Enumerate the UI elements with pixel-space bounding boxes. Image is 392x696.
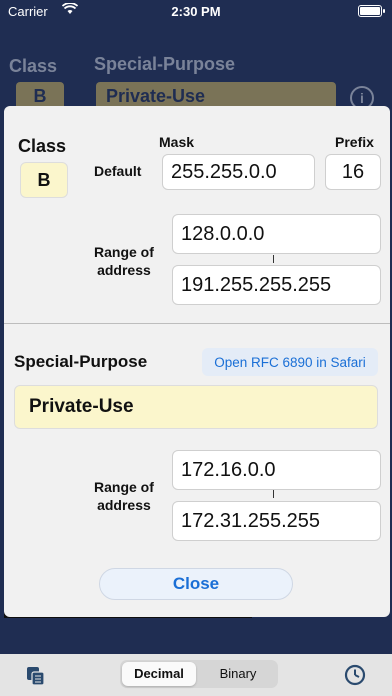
prefix-label: Prefix (335, 134, 374, 150)
class-range-start: 128.0.0.0 (172, 214, 381, 254)
bg-special-purpose-label: Special-Purpose (94, 54, 236, 74)
class-range-label: Range of address (94, 243, 154, 279)
open-rfc-button[interactable]: Open RFC 6890 in Safari (202, 348, 378, 376)
status-bar: Carrier 2:30 PM (0, 0, 392, 22)
class-range-end: 191.255.255.255 (172, 265, 381, 305)
section-divider (4, 323, 390, 324)
segment-decimal[interactable]: Decimal (122, 662, 196, 686)
bg-class-label: Class (9, 56, 58, 76)
status-time: 2:30 PM (171, 4, 221, 19)
special-range-connector (273, 490, 274, 498)
special-range-label: Range of address (94, 478, 154, 514)
class-detail-modal: Class B Mask Prefix Default 255.255.0.0 … (4, 106, 390, 617)
special-range-label-line2: address (97, 497, 151, 513)
default-label: Default (94, 163, 142, 179)
range-connector (273, 255, 274, 263)
copy-icon[interactable] (26, 666, 46, 691)
class-range-label-line2: address (97, 262, 151, 278)
special-range-start: 172.16.0.0 (172, 450, 381, 490)
bottom-toolbar: Decimal Binary (0, 654, 392, 696)
battery-icon (358, 5, 385, 17)
class-title: Class (18, 136, 67, 156)
special-range-end: 172.31.255.255 (172, 501, 381, 541)
special-purpose-value: Private-Use (14, 385, 378, 429)
mask-field: 255.255.0.0 (162, 154, 315, 190)
prefix-field: 16 (325, 154, 381, 190)
segment-binary[interactable]: Binary (200, 662, 276, 686)
special-purpose-title: Special-Purpose (14, 352, 148, 371)
close-button[interactable]: Close (99, 568, 293, 600)
mask-label: Mask (159, 134, 195, 150)
class-range-label-line1: Range of (94, 244, 154, 260)
special-range-label-line1: Range of (94, 479, 154, 495)
number-format-segmented-control: Decimal Binary (120, 660, 278, 688)
class-value-badge: B (20, 162, 68, 198)
clock-icon[interactable] (344, 664, 366, 691)
